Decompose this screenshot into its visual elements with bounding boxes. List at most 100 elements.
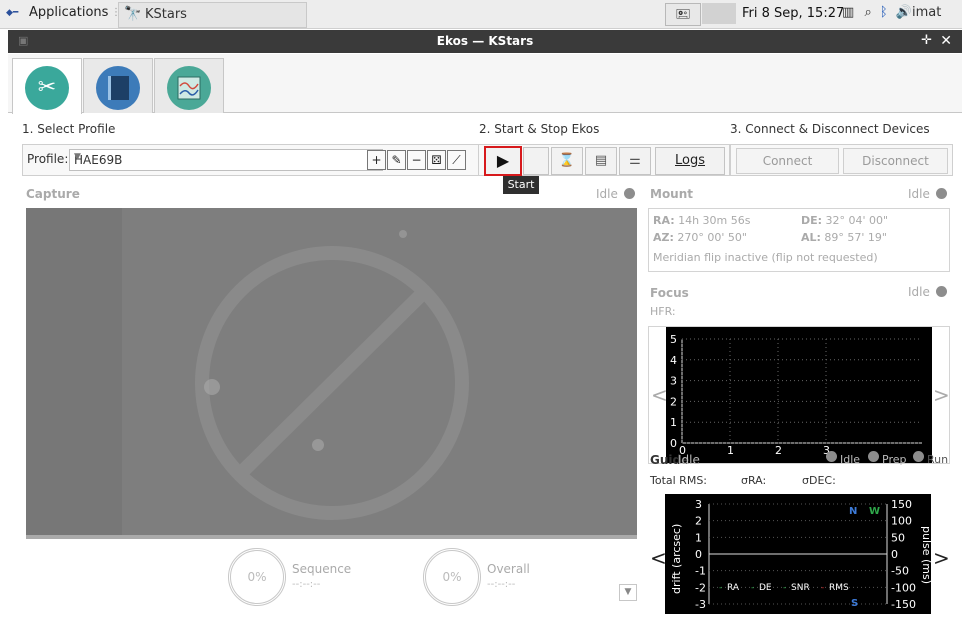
guide-panel: < > 3 2 1 0 -1 -2 -3 150 100 50 0 -50 -100 -150 drift … [648, 494, 950, 616]
mount-al: AL: 89° 57' 19" [801, 231, 887, 244]
blank-button[interactable] [523, 147, 549, 175]
profile-select[interactable]: HAE69B ▼ [69, 149, 383, 171]
guide-right-tick: -100 [891, 581, 916, 594]
sigma-dec-label: σDEC: [802, 474, 836, 487]
add-profile-button[interactable]: + [367, 150, 386, 170]
focus-y-tick: 0 [670, 437, 677, 450]
focus-y-tick: 3 [670, 375, 677, 388]
mount-info-box: RA: 14h 30m 56s DE: 32° 04' 00" AZ: 270°… [648, 208, 950, 272]
guide-left-tick: -2 [695, 581, 706, 594]
overall-label: Overall [487, 562, 530, 576]
guide-right-tick: 150 [891, 498, 912, 511]
mount-de: DE: 32° 04' 00" [801, 214, 888, 227]
focus-chart-svg: 5432100 1 2 3 [670, 333, 922, 457]
connect-button[interactable]: Connect [736, 148, 839, 174]
guide-idle-led [826, 451, 837, 462]
search-tray-icon[interactable]: ⌕ [864, 5, 871, 20]
guide-left-tick: 3 [695, 498, 702, 511]
guide-legend-dash: - [751, 583, 754, 593]
guide-legend-item: RMS [829, 583, 849, 593]
hfr-label: HFR: [650, 305, 676, 318]
focus-status: Idle [908, 285, 947, 299]
indi-control-button[interactable]: ⌛ [551, 147, 583, 175]
guide-state-idle: Idle [840, 453, 861, 466]
tab-analyze[interactable] [154, 58, 224, 113]
guide-left-tick: 2 [695, 515, 702, 528]
network-icon[interactable]: ▥ [842, 5, 854, 20]
edit-profile-button[interactable]: ✎ [387, 150, 406, 170]
sequence-time: --:--:-- [292, 579, 321, 590]
guide-run-led [913, 451, 924, 462]
mount-status-led [935, 188, 947, 199]
profile-wizard-button[interactable]: ⚄ [427, 150, 446, 170]
guide-next-arrow-icon[interactable]: > [933, 546, 950, 570]
capture-preview-image [26, 208, 637, 539]
hourglass-icon: ⌛ [558, 153, 576, 168]
tray-icons: ▥ ⌕ ᛒ 🔊imat [842, 5, 941, 20]
az-key: AZ: [653, 231, 674, 244]
focus-x-tick: 2 [775, 444, 782, 457]
window-titlebar: ▣ Ekos — KStars ✛ ✕ [8, 30, 962, 53]
window-title: Ekos — KStars [436, 34, 534, 48]
magic-wand-button[interactable]: ⟋ [447, 150, 466, 170]
guide-right-tick: 100 [891, 515, 912, 528]
no-image-placeholder-icon [195, 230, 469, 520]
logs-button[interactable]: Logs [655, 147, 725, 175]
tray-button[interactable]: 🖭 [665, 3, 701, 26]
focus-chart: 5432100123 [666, 327, 932, 463]
minus-icon: − [411, 153, 422, 167]
guide-left-tick: 1 [695, 531, 702, 544]
mount-ra: RA: 14h 30m 56s [653, 214, 751, 227]
guide-state-run: Run [927, 453, 949, 466]
guide-right-tick: -150 [891, 598, 916, 611]
applications-menu[interactable]: ◆━ Applications [6, 5, 108, 20]
clock[interactable]: Fri 8 Sep, 15:27 [742, 6, 844, 21]
fits-button[interactable]: ▤ [585, 147, 617, 175]
overall-progress: 0% [423, 548, 481, 606]
mount-az: AZ: 270° 00' 50" [653, 231, 747, 244]
total-rms-label: Total RMS: [650, 474, 708, 487]
tab-setup[interactable]: ✂ [12, 58, 82, 114]
centos-logo-icon: ◆━ [6, 7, 19, 18]
start-tooltip: Start [503, 176, 539, 194]
remove-profile-button[interactable]: − [407, 150, 426, 170]
start-button[interactable]: ▶ [484, 146, 522, 176]
chevron-down-icon: ▼ [74, 152, 81, 162]
expand-log-button[interactable]: ▼ [619, 584, 637, 601]
de-key: DE: [801, 214, 823, 227]
close-icon[interactable]: ✕ [940, 33, 952, 49]
module-tabs: ✂ [8, 54, 962, 114]
capture-status: Idle [596, 187, 635, 201]
guide-state-prep: Prep [882, 453, 907, 466]
meridian-status: Meridian flip inactive (flip not request… [653, 251, 878, 264]
focus-y-tick: 1 [670, 416, 677, 429]
focus-next-arrow-icon[interactable]: > [933, 383, 950, 407]
section-select-profile: 1. Select Profile [22, 122, 116, 136]
taskbar-kstars[interactable]: 🔭 KStars [118, 2, 307, 28]
focus-title: Focus [650, 286, 689, 300]
volume-icon[interactable]: 🔊 [896, 5, 912, 20]
play-icon: ▶ [496, 151, 510, 170]
focus-y-tick: 5 [670, 333, 677, 346]
focus-y-tick: 4 [670, 354, 677, 367]
capture-bottom-bar [26, 535, 637, 539]
mount-title: Mount [650, 187, 694, 201]
guide-left-tick: 0 [695, 548, 702, 561]
user-label[interactable]: imat [912, 5, 941, 20]
guide-legend-item: RA [727, 583, 740, 593]
guide-compass-n: N [849, 506, 857, 517]
options-button[interactable]: ⚌ [619, 147, 651, 175]
bluetooth-icon[interactable]: ᛒ [880, 5, 888, 20]
disconnect-button[interactable]: Disconnect [843, 148, 948, 174]
guide-prep-led [868, 451, 879, 462]
focus-x-tick: 1 [727, 444, 734, 457]
sliders-icon: ⚌ [629, 153, 641, 168]
mount-status-text: Idle [908, 187, 930, 201]
al-value: 89° 57' 19" [824, 231, 887, 244]
guide-right-tick: 0 [891, 548, 898, 561]
maximize-icon[interactable]: ✛ [921, 33, 932, 48]
tab-scheduler[interactable] [83, 58, 153, 113]
applications-label: Applications [29, 5, 109, 20]
guide-legend-dash: - [783, 583, 786, 593]
guide-right-tick: -50 [891, 565, 909, 578]
